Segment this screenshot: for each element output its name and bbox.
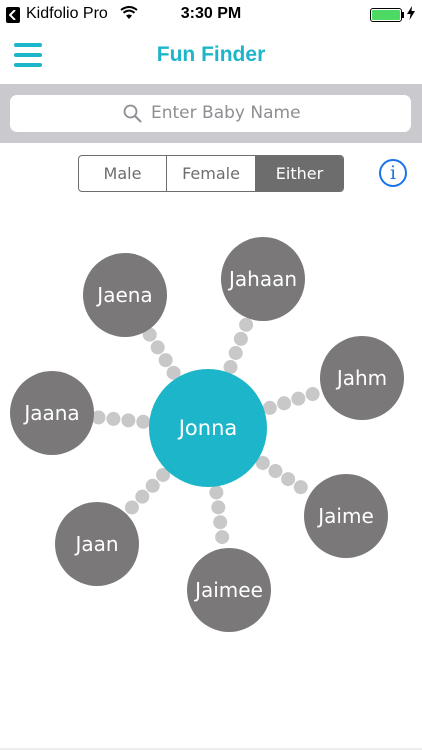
gender-segmented-control: Male Female Either (78, 155, 344, 192)
name-bubble[interactable]: Jahm (320, 336, 404, 420)
search-input[interactable] (151, 102, 391, 124)
name-bubble[interactable]: Jaime (304, 474, 388, 558)
search-icon (123, 104, 142, 128)
page-title: Fun Finder (156, 43, 266, 66)
name-bubble[interactable]: Jahaan (221, 237, 305, 321)
search-field[interactable] (10, 95, 411, 132)
status-time: 3:30 PM (180, 5, 242, 22)
segment-either[interactable]: Either (255, 156, 343, 191)
nav-bar: Fun Finder (0, 30, 422, 84)
name-bubble[interactable]: Jaimee (187, 548, 271, 632)
name-bubble[interactable]: Jaan (55, 502, 139, 586)
segment-male[interactable]: Male (79, 156, 166, 191)
status-bar: Kidfolio Pro 3:30 PM (0, 0, 422, 30)
name-bubble[interactable]: Jaana (10, 371, 94, 455)
battery-icon (370, 8, 402, 22)
info-icon[interactable]: i (379, 159, 407, 187)
search-bar (0, 84, 422, 143)
charging-icon (407, 6, 415, 25)
segment-female[interactable]: Female (166, 156, 255, 191)
name-web: Jonna Jaena Jahaan Jahm Jaime Jaimee Jaa… (0, 200, 422, 650)
center-name-bubble[interactable]: Jonna (149, 369, 267, 487)
name-bubble[interactable]: Jaena (83, 253, 167, 337)
battery-tip (402, 12, 404, 18)
